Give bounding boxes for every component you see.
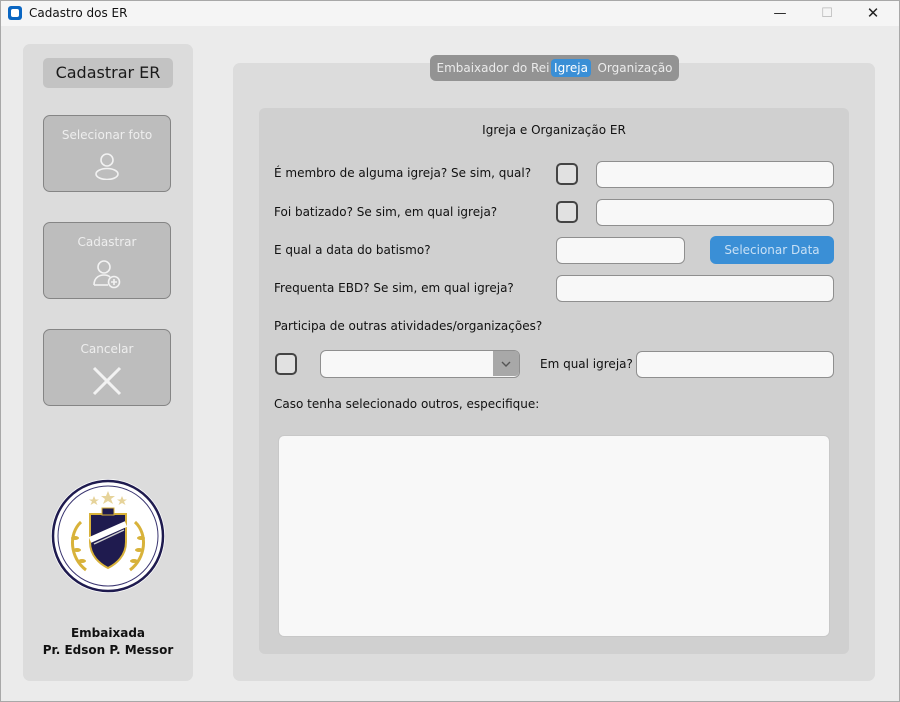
ebd-question: Frequenta EBD? Se sim, em qual igreja? xyxy=(274,281,514,295)
cancel-label: Cancelar xyxy=(80,342,134,356)
baptized-checkbox[interactable] xyxy=(556,201,578,223)
member-question: É membro de alguma igreja? Se sim, qual? xyxy=(274,166,532,180)
member-church-input[interactable] xyxy=(596,161,834,188)
activities-question: Participa de outras atividades/organizaç… xyxy=(274,319,543,333)
register-label: Cadastrar xyxy=(77,235,137,249)
baptism-date-input[interactable] xyxy=(556,237,685,264)
tab-embaixador[interactable]: Embaixador do Rei xyxy=(436,59,550,77)
sidebar-title: Cadastrar ER xyxy=(43,58,173,88)
cancel-button[interactable]: Cancelar xyxy=(43,329,171,406)
which-church-label: Em qual igreja? xyxy=(540,357,633,371)
add-user-icon xyxy=(93,260,121,289)
tab-bar: Embaixador do Rei Igreja Organização xyxy=(430,55,679,81)
tab-igreja[interactable]: Igreja xyxy=(551,59,591,77)
ebd-church-input[interactable] xyxy=(556,275,834,302)
section-title: Igreja e Organização ER xyxy=(482,123,626,137)
select-date-button[interactable]: Selecionar Data xyxy=(710,236,834,264)
close-window-button[interactable]: ✕ xyxy=(850,1,896,26)
activity-church-input[interactable] xyxy=(636,351,834,378)
tab-organizacao[interactable]: Organização xyxy=(596,59,674,77)
specify-textarea[interactable] xyxy=(278,435,830,637)
app-icon xyxy=(8,6,22,20)
register-button[interactable]: Cadastrar xyxy=(43,222,171,299)
activities-select[interactable] xyxy=(320,350,520,378)
close-x-icon xyxy=(92,366,122,396)
ambassador-emblem xyxy=(51,479,165,593)
activities-checkbox[interactable] xyxy=(275,353,297,375)
baptism-date-question: E qual a data do batismo? xyxy=(274,243,431,257)
specify-label: Caso tenha selecionado outros, especifiq… xyxy=(274,397,540,411)
select-photo-label: Selecionar foto xyxy=(61,128,153,142)
maximize-button[interactable]: ☐ xyxy=(804,1,850,26)
user-icon xyxy=(95,153,119,180)
sidebar: Cadastrar ER Selecionar foto Cadastrar C… xyxy=(23,44,193,681)
select-photo-button[interactable]: Selecionar foto xyxy=(43,115,171,192)
baptized-church-input[interactable] xyxy=(596,199,834,226)
window-title: Cadastro dos ER xyxy=(29,6,128,20)
title-bar: Cadastro dos ER — ☐ ✕ xyxy=(1,1,899,26)
baptized-question: Foi batizado? Se sim, em qual igreja? xyxy=(274,205,498,219)
org-name-line1: Embaixada xyxy=(70,626,146,640)
member-checkbox[interactable] xyxy=(556,163,578,185)
chevron-down-icon[interactable] xyxy=(493,351,519,376)
org-name-line2: Pr. Edson P. Messor xyxy=(42,643,174,657)
minimize-button[interactable]: — xyxy=(757,1,803,26)
